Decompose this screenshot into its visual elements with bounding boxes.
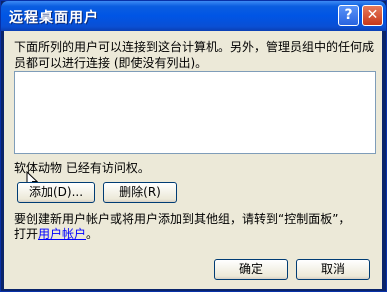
add-button[interactable]: 添加(D)... (17, 182, 95, 203)
remove-button[interactable]: 删除(R) (103, 182, 177, 203)
description-text: 下面所列的用户可以连接到这台计算机。另外，管理员组中的任何成员都可以进行连接 (… (14, 40, 375, 70)
close-button[interactable]: ✕ (362, 5, 383, 26)
user-accounts-link[interactable]: 用户帐户 (38, 227, 86, 241)
info-text-suffix: 。 (86, 227, 99, 241)
cancel-button[interactable]: 取消 (296, 259, 370, 280)
help-button[interactable]: ? (338, 5, 359, 26)
info-text-line1: 要创建新用户帐户或将用户添加到其他组，请转到“控制面板”， (14, 212, 351, 226)
ok-button[interactable]: 确定 (214, 259, 288, 280)
info-text-prefix: 打开 (14, 227, 39, 241)
title-bar[interactable]: 远程桌面用户 ? ✕ (1, 1, 386, 31)
dialog-body: 下面所列的用户可以连接到这台计算机。另外，管理员组中的任何成员都可以进行连接 (… (4, 31, 382, 289)
window-title: 远程桌面用户 (9, 10, 99, 26)
remote-desktop-users-dialog: 远程桌面用户 ? ✕ 下面所列的用户可以连接到这台计算机。另外，管理员组中的任何… (0, 0, 387, 292)
info-text-line2: 打开用户帐户。 (14, 226, 98, 242)
user-list[interactable] (14, 71, 376, 154)
